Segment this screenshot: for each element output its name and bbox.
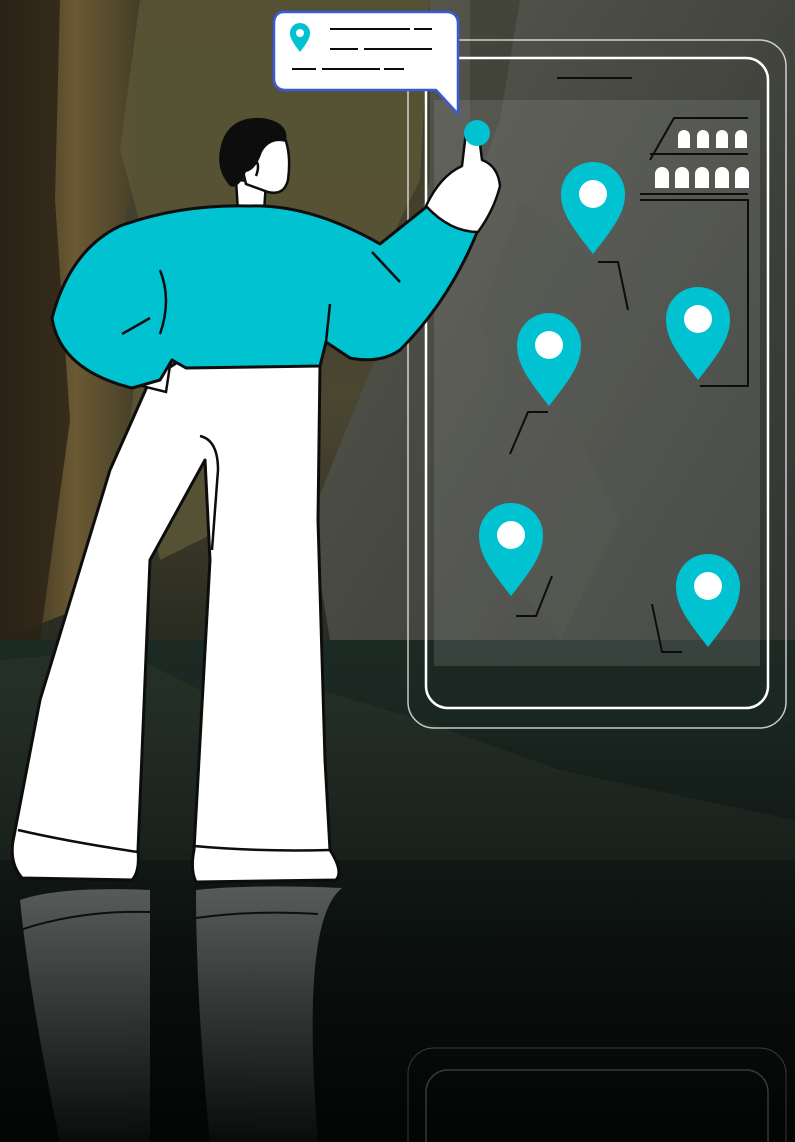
travel-map-illustration (0, 0, 795, 1142)
touch-point (464, 120, 490, 146)
